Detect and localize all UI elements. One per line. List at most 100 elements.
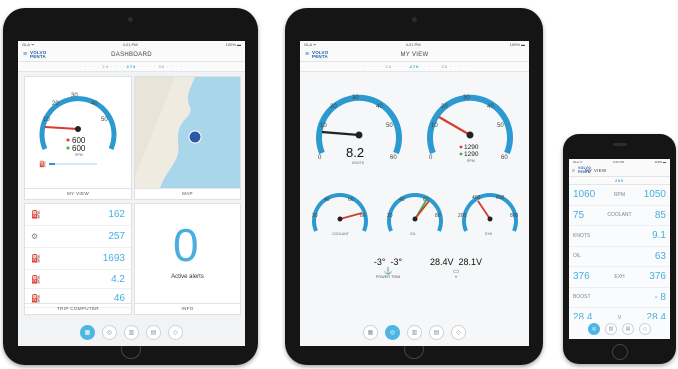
heading-value: 270 <box>126 64 137 69</box>
trip-row: ⛽ 1693 <box>25 248 131 270</box>
tab-settings[interactable]: ◇ <box>451 324 466 340</box>
menu-icon[interactable]: ≡ <box>572 168 575 174</box>
heading-scale-right: · · · · · 30 · · · · <box>136 64 183 69</box>
tick-label: 60 <box>390 155 397 161</box>
reading-left: 75 <box>573 209 585 221</box>
trip-computer-card[interactable]: ⛽ 162 ⚙ 257 ⛽ 1693 ⛽ 4.2 ⛽ 46 TRIP COMPU… <box>24 203 132 315</box>
engine-1-dot <box>459 145 463 149</box>
my-view-label: MY VIEW <box>25 188 131 199</box>
rpm-gauge: 10 20 30 40 50 600 600 RPM ⛽ <box>39 93 117 168</box>
reading-row: 376 EXH 376 <box>569 267 670 288</box>
reading-row: KNOTS 9.1 <box>569 226 670 247</box>
tab-gauges[interactable]: ◎ <box>385 324 400 340</box>
tab-map[interactable]: ▤ <box>146 324 161 340</box>
tick-label: 10 <box>43 117 50 123</box>
tick-label: 600 <box>496 195 505 201</box>
reading-row: OIL 63 <box>569 247 670 267</box>
tab-gauges[interactable]: ◎ <box>102 324 117 340</box>
coolant-label: COOLANT <box>332 232 350 236</box>
tick-label: 0 <box>318 155 322 161</box>
exhaust-gauge: 400 600 200 800 EXH <box>458 193 519 236</box>
reading-row: 1060 RPM 1050 <box>569 185 670 206</box>
needle-hub <box>412 216 418 222</box>
brand-logo: VOLVO PENTA <box>578 166 591 174</box>
home-button[interactable] <box>611 344 628 360</box>
reading-right: 63 <box>654 250 666 262</box>
rpm-value-1: 1290 <box>464 144 479 151</box>
tab-gauges[interactable]: ◎ <box>588 323 600 335</box>
tab-settings[interactable]: ◇ <box>639 323 651 335</box>
info-card[interactable]: 0 Active alerts INFO <box>134 203 241 315</box>
heading-strip: · · · · · 24 · · · · 270 · · · · · 30 · … <box>300 62 529 72</box>
trim-label: POWER TRIM <box>375 275 401 279</box>
trim-value-1: -3° <box>373 257 386 267</box>
needle-hub <box>75 126 81 132</box>
iphone-myview-screen: GLA ᯤ 4:21 PM 100% ▬ ≡ VOLVO PENTA MY VIE… <box>569 159 670 339</box>
tick-label: 50 <box>497 123 504 129</box>
my-view-card[interactable]: 10 20 30 40 50 600 600 RPM ⛽ MY VIEW <box>24 76 132 200</box>
brand-logo: VOLVO PENTA <box>312 49 329 59</box>
heading-scale-left: · · · · · 24 · · · · <box>363 64 410 69</box>
rpm-unit: RPM <box>75 153 83 157</box>
ipad-myview-device: GLA ᯤ 4:21 PM 100% ▬ ≡ VOLVO PENTA MY VIE… <box>285 8 543 365</box>
battery-label: 100% ▬ <box>225 42 241 47</box>
tick-label: 200 <box>458 213 467 219</box>
heading-strip: 290 <box>569 177 670 185</box>
trip-computer-label: TRIP COMPUTER <box>25 303 131 314</box>
voltage-label: V <box>454 275 458 279</box>
tick-label: 60 <box>501 155 508 161</box>
brand-logo: VOLVO PENTA <box>30 49 47 59</box>
tick-label: 80 <box>435 213 441 219</box>
tick-label: 30 <box>463 95 470 101</box>
exhaust-needle <box>477 200 491 220</box>
tab-dashboard[interactable]: ▦ <box>363 324 378 340</box>
fuel-icon: ⛽ <box>31 254 41 263</box>
info-label: INFO <box>135 303 240 314</box>
ipad-dashboard-screen: GLA ᯤ 4:21 PM 100% ▬ ≡ VOLVO PENTA DASHBO… <box>18 41 245 346</box>
trip-value: 4.2 <box>111 273 125 285</box>
fuel-rate-icon: ⛽ <box>31 274 41 284</box>
map-card[interactable]: MAP <box>134 76 241 200</box>
reading-left: 376 <box>573 271 590 283</box>
tick-label: 40 <box>376 104 383 110</box>
rpm-unit: RPM <box>467 159 475 163</box>
nav-bar: ≡ VOLVO PENTA MY VIEW <box>300 48 529 62</box>
status-bar: GLA ᯤ 4:21 PM 100% ▬ <box>300 41 529 48</box>
trip-value: 46 <box>113 292 125 304</box>
menu-icon[interactable]: ≡ <box>305 51 309 58</box>
tab-settings[interactable]: ◇ <box>168 324 183 340</box>
speed-needle <box>321 130 360 137</box>
boat-location-icon <box>188 130 202 144</box>
fuel-icon: ⛽ <box>39 160 47 168</box>
tick-label: 400 <box>472 195 481 201</box>
trip-row: ⚙ 257 <box>25 226 131 248</box>
tab-map[interactable]: ▤ <box>429 324 444 340</box>
tab-trip[interactable]: ▥ <box>407 324 422 340</box>
nav-bar: ≡ VOLVO PENTA DASHBOARD <box>18 48 245 62</box>
reading-right: 1050 <box>643 189 666 201</box>
bottom-tab-bar: ◎ ▥ ▤ ◇ <box>569 319 670 339</box>
page-title: MY VIEW <box>400 51 429 58</box>
battery-icon: ▭ <box>452 268 460 275</box>
front-camera <box>411 17 417 22</box>
engine-icon: ⚙ <box>31 232 39 241</box>
tab-map[interactable]: ▤ <box>622 323 634 335</box>
tick-label: 20 <box>52 101 59 107</box>
menu-icon[interactable]: ≡ <box>23 51 27 58</box>
exhaust-label: EXH <box>485 232 493 236</box>
front-camera <box>612 143 627 146</box>
tick-label: 30 <box>352 95 359 101</box>
voltage-readout: 28.4V 28.1V ▭ V <box>426 257 486 279</box>
readings-list: 1060 RPM 1050 75 COOLANT 85 KNOTS 9.1 OI… <box>569 185 670 329</box>
tick-label: 800 <box>510 213 519 219</box>
heading-value: 290 <box>615 178 624 183</box>
tab-trip[interactable]: ▥ <box>605 323 617 335</box>
rpm-needle <box>44 126 79 130</box>
fuel-score-icon: ⛽ <box>31 210 41 219</box>
tab-trip[interactable]: ▥ <box>124 324 139 340</box>
heading-value: 270 <box>409 64 420 69</box>
tab-dashboard[interactable]: ▦ <box>80 324 95 340</box>
engine-2-dot <box>66 146 70 150</box>
tick-label: 20 <box>312 213 318 219</box>
needle-hub <box>337 216 343 222</box>
